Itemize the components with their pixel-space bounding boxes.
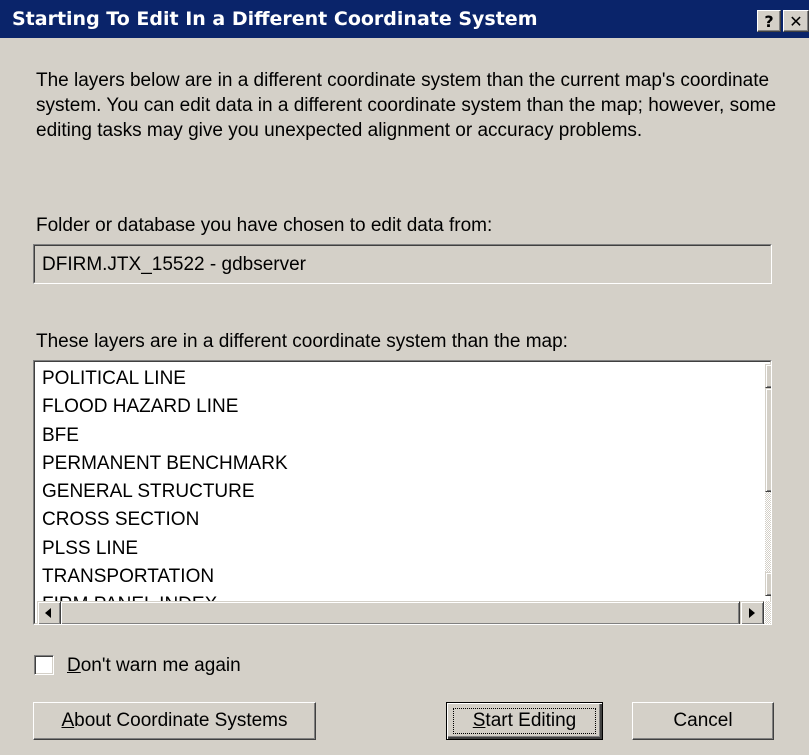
scroll-down-button[interactable] (765, 572, 771, 596)
layers-label: These layers are in a different coordina… (36, 331, 568, 352)
folder-label: Folder or database you have chosen to ed… (36, 215, 493, 236)
list-item[interactable]: PERMANENT BENCHMARK (42, 450, 752, 478)
close-button[interactable]: ✕ (783, 10, 809, 32)
scroll-right-button[interactable] (740, 601, 764, 624)
list-item[interactable]: GENERAL STRUCTURE (42, 478, 752, 506)
list-item[interactable]: BFE (42, 422, 752, 450)
arrow-right-icon (749, 608, 755, 618)
list-item[interactable]: PLSS LINE (42, 535, 752, 563)
start-editing-button[interactable]: Start Editing (446, 702, 603, 740)
scroll-left-button[interactable] (37, 601, 61, 624)
dont-warn-label[interactable]: Don't warn me again (67, 655, 241, 677)
help-button[interactable]: ? (757, 10, 781, 32)
help-icon: ? (764, 12, 774, 31)
warning-message: The layers below are in a different coor… (36, 70, 777, 141)
list-item[interactable]: FIRM PANEL INDEX (42, 591, 752, 601)
vertical-scroll-thumb[interactable] (765, 388, 771, 492)
horizontal-scroll-thumb[interactable] (60, 601, 740, 624)
scroll-corner (765, 601, 771, 624)
list-item[interactable]: FLOOD HAZARD LINE (42, 393, 752, 421)
about-coordinate-systems-button[interactable]: About Coordinate Systems (33, 702, 316, 740)
list-item[interactable]: TRANSPORTATION (42, 563, 752, 591)
layers-listbox[interactable]: POLITICAL LINE FLOOD HAZARD LINE BFE PER… (33, 360, 772, 625)
list-item[interactable]: POLITICAL LINE (42, 365, 752, 393)
scroll-up-button[interactable] (765, 364, 771, 388)
dont-warn-checkbox[interactable] (34, 655, 54, 675)
folder-value: DFIRM.JTX_15522 - gdbserver (42, 254, 306, 275)
close-icon: ✕ (789, 12, 803, 31)
list-item[interactable]: CROSS SECTION (42, 506, 752, 534)
title-bar: Starting To Edit In a Different Coordina… (0, 0, 809, 38)
window-title: Starting To Edit In a Different Coordina… (12, 8, 538, 30)
layers-list: POLITICAL LINE FLOOD HAZARD LINE BFE PER… (42, 365, 752, 601)
arrow-left-icon (45, 608, 51, 618)
folder-field: DFIRM.JTX_15522 - gdbserver (33, 244, 772, 284)
cancel-button[interactable]: Cancel (632, 702, 774, 740)
